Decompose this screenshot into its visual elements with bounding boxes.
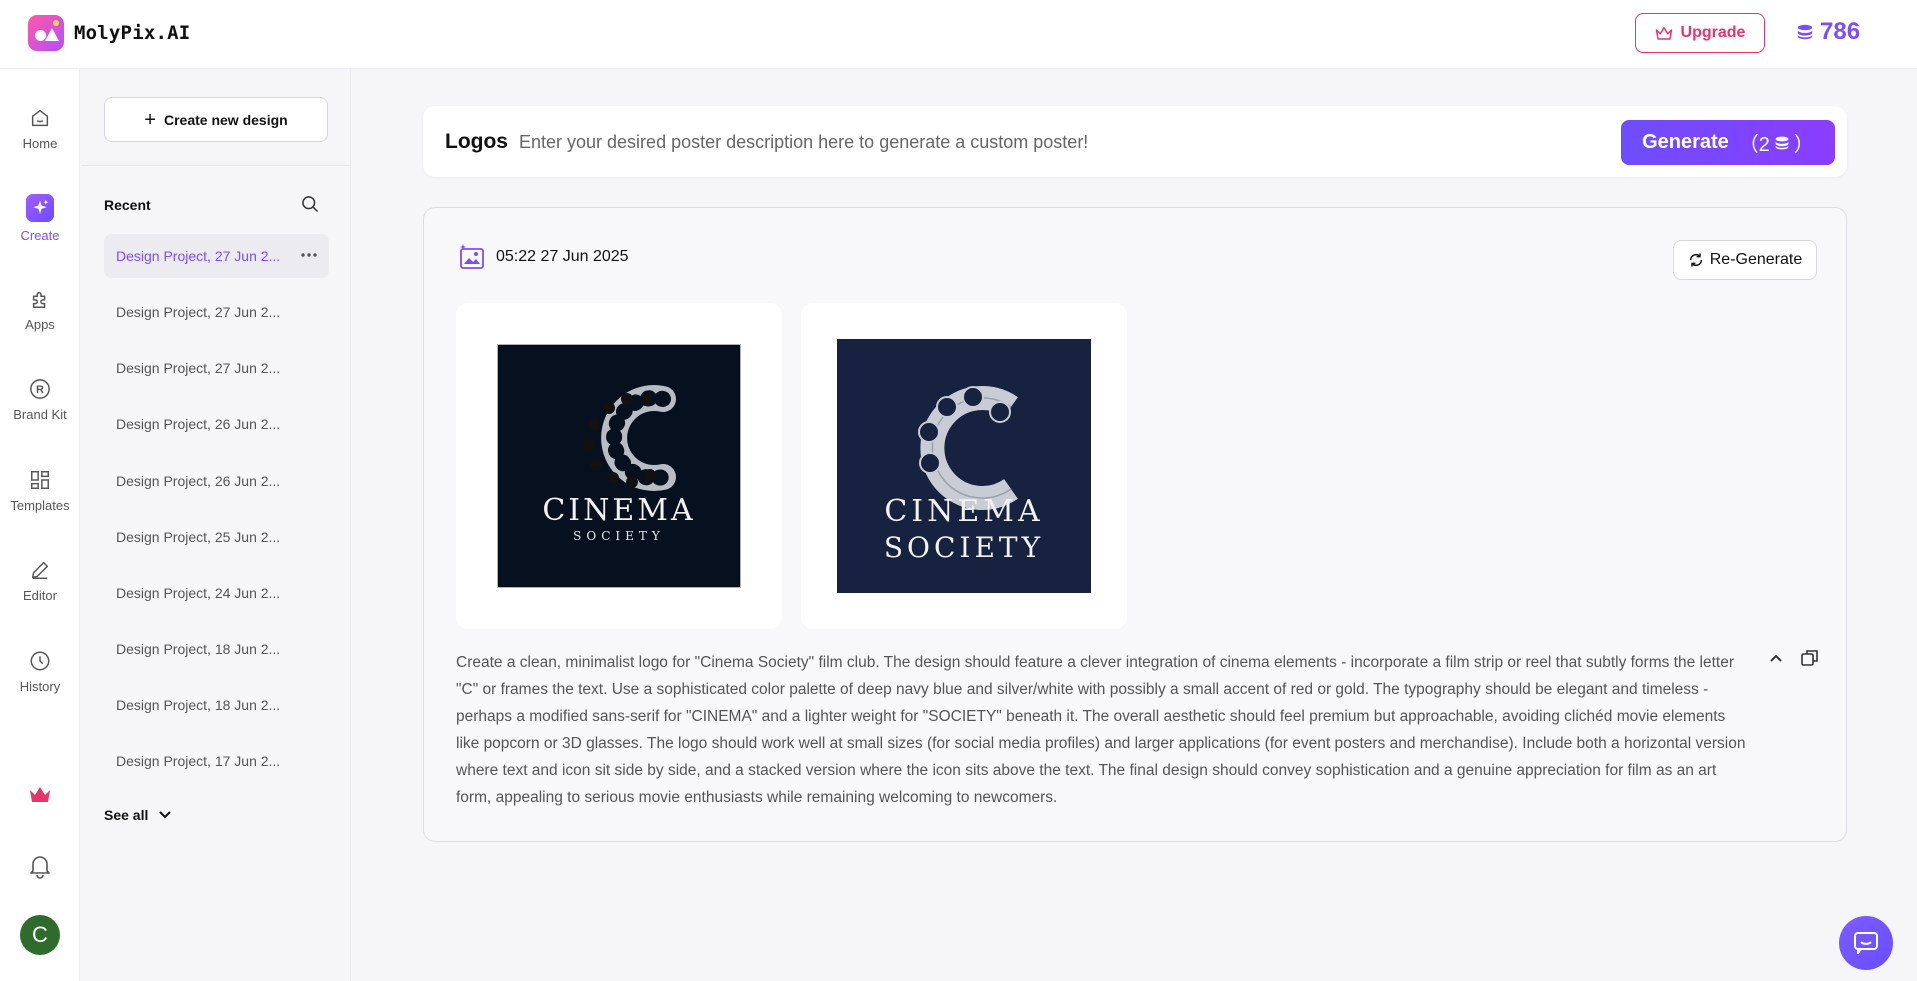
description-actions	[1766, 648, 1820, 668]
recent-item[interactable]: Design Project, 27 Jun 2...	[104, 234, 329, 278]
recent-item-label: Design Project, 18 Jun 2...	[116, 697, 281, 713]
recent-item-label: Design Project, 17 Jun 2...	[116, 753, 281, 769]
cinema-logo-image: CINEMA SOCIETY	[497, 344, 741, 588]
upgrade-label: Upgrade	[1680, 24, 1746, 41]
nav-apps-label: Apps	[25, 316, 55, 332]
recent-item[interactable]: Design Project, 25 Jun 2...	[104, 515, 329, 559]
recent-panel: + Create new design Recent Design Projec…	[81, 69, 351, 981]
plus-icon: +	[144, 108, 156, 131]
logo-text-society: SOCIETY	[573, 529, 665, 543]
bell-icon[interactable]	[28, 853, 52, 884]
nav-brand-kit[interactable]: R Brand Kit	[0, 364, 80, 434]
nav-create-label: Create	[20, 227, 60, 243]
nav-create[interactable]: Create	[0, 183, 80, 253]
pencil-icon	[28, 558, 52, 582]
left-nav: Home Create Apps R Brand Kit Templates E…	[0, 69, 80, 981]
more-icon[interactable]	[299, 245, 319, 265]
recent-item-label: Design Project, 18 Jun 2...	[116, 641, 281, 657]
copy-icon[interactable]	[1800, 648, 1820, 668]
see-all-label: See all	[104, 807, 149, 823]
app-name: MolyPix.AI	[74, 22, 191, 44]
generate-button[interactable]: Generate （2 ）	[1621, 120, 1835, 165]
recent-item-label: Design Project, 24 Jun 2...	[116, 585, 281, 601]
app-logo-icon	[28, 15, 64, 51]
recent-item[interactable]: Design Project, 24 Jun 2...	[104, 571, 329, 615]
generate-label: Generate	[1642, 131, 1729, 153]
credits-count: 786	[1820, 18, 1861, 45]
nav-templates-label: Templates	[10, 497, 70, 513]
nav-editor-label: Editor	[23, 587, 57, 603]
recent-item-label: Design Project, 27 Jun 2...	[116, 360, 281, 376]
nav-home-label: Home	[22, 135, 58, 151]
divider	[81, 165, 351, 166]
recent-item[interactable]: Design Project, 17 Jun 2...	[104, 739, 329, 783]
coins-icon	[1775, 136, 1789, 149]
prompt-input[interactable]	[519, 126, 1159, 158]
crown-icon[interactable]	[28, 784, 52, 809]
recent-item[interactable]: Design Project, 26 Jun 2...	[104, 402, 329, 446]
recent-item[interactable]: Design Project, 26 Jun 2...	[104, 459, 329, 503]
cinema-logo-image: CINEMA SOCIETY	[837, 339, 1091, 593]
nav-editor[interactable]: Editor	[0, 545, 80, 615]
nav-brand-kit-label: Brand Kit	[13, 406, 67, 422]
create-new-design-button[interactable]: + Create new design	[104, 97, 328, 142]
upgrade-button[interactable]: Upgrade	[1635, 13, 1765, 53]
result-meta: 05:22 27 Jun 2025	[458, 243, 629, 271]
generated-image-1[interactable]: CINEMA SOCIETY	[456, 303, 782, 629]
recent-item[interactable]: Design Project, 27 Jun 2...	[104, 290, 329, 334]
ai-image-icon	[460, 244, 484, 269]
generate-cost-close: ）	[1793, 134, 1814, 156]
recent-item-label: Design Project, 27 Jun 2...	[116, 304, 281, 320]
top-bar: MolyPix.AI Upgrade 786	[0, 0, 1917, 69]
refresh-icon	[1689, 253, 1702, 267]
prompt-description: Create a clean, minimalist logo for "Cin…	[456, 654, 1746, 806]
chevron-down-icon	[159, 811, 172, 819]
svg-text:R: R	[36, 384, 44, 396]
see-all-button[interactable]: See all	[104, 807, 172, 823]
generate-cost: （2	[1738, 134, 1770, 156]
regenerate-label: Re-Generate	[1709, 251, 1803, 268]
app-logo[interactable]: MolyPix.AI	[28, 15, 190, 51]
avatar[interactable]: C	[20, 915, 60, 955]
coins-icon	[1797, 24, 1813, 40]
nav-home[interactable]: Home	[0, 93, 80, 163]
crown-icon	[1655, 27, 1672, 40]
recent-item-label: Design Project, 25 Jun 2...	[116, 529, 281, 545]
recent-item[interactable]: Design Project, 18 Jun 2...	[104, 683, 329, 727]
grid-icon	[28, 468, 52, 492]
logo-text-cinema: CINEMA	[884, 494, 1043, 529]
generated-image-2[interactable]: CINEMA SOCIETY	[801, 303, 1127, 629]
chat-support-button[interactable]	[1839, 916, 1893, 970]
nav-apps[interactable]: Apps	[0, 274, 80, 344]
recent-item[interactable]: Design Project, 27 Jun 2...	[104, 346, 329, 390]
chevron-up-icon[interactable]	[1766, 648, 1786, 668]
result-timestamp: 05:22 27 Jun 2025	[496, 248, 629, 265]
recent-item-label: Design Project, 27 Jun 2...	[116, 248, 281, 264]
recent-heading: Recent	[104, 197, 151, 213]
regenerate-button[interactable]: Re-Generate	[1673, 240, 1817, 280]
home-icon	[28, 106, 52, 130]
sparkle-icon	[26, 193, 54, 222]
prompt-category-label: Logos	[445, 130, 508, 153]
logo-text-society: SOCIETY	[884, 531, 1044, 564]
chat-icon	[1854, 932, 1878, 954]
search-icon[interactable]	[300, 194, 322, 216]
nav-history[interactable]: History	[0, 636, 80, 706]
puzzle-icon	[28, 287, 52, 311]
result-card: 05:22 27 Jun 2025 Re-Generate CINEMA SOC…	[423, 207, 1847, 842]
recent-item[interactable]: Design Project, 18 Jun 2...	[104, 627, 329, 671]
registered-icon: R	[28, 377, 52, 401]
clock-icon	[28, 649, 52, 673]
create-new-design-label: Create new design	[163, 111, 288, 128]
recent-item-label: Design Project, 26 Jun 2...	[116, 416, 281, 432]
credits-balance[interactable]: 786	[1796, 18, 1860, 46]
prompt-bar: Logos Generate （2 ）	[423, 106, 1847, 177]
logo-text-cinema: CINEMA	[542, 493, 695, 528]
nav-history-label: History	[19, 678, 61, 694]
nav-templates[interactable]: Templates	[0, 455, 80, 525]
recent-item-label: Design Project, 26 Jun 2...	[116, 473, 281, 489]
